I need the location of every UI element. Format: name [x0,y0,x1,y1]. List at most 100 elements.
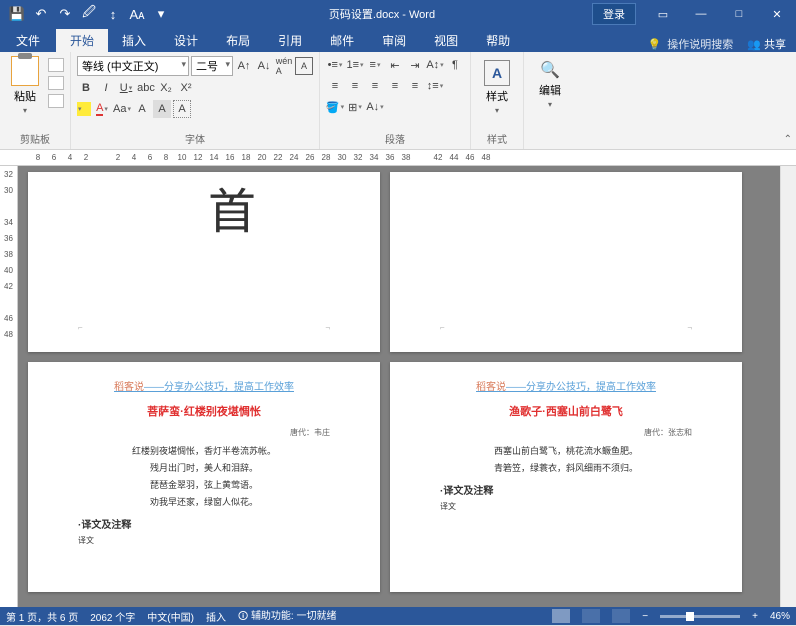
view-read-mode-button[interactable] [552,609,570,623]
increase-indent-button[interactable]: ⇥ [406,56,424,74]
window-controls: 登录 ▭ — □ ✕ [592,0,796,28]
vertical-scrollbar[interactable] [780,166,796,607]
document-page[interactable]: 稻客说——分享办公技巧，提高工作效率 渔歌子·西塞山前白鹭飞 唐代：张志和 西塞… [390,362,742,592]
ribbon-display-icon[interactable]: ▭ [644,0,682,28]
sort-button[interactable]: A↓ [366,98,384,116]
status-wordcount[interactable]: 2062 个字 [90,609,135,624]
status-page[interactable]: 第 1 页，共 6 页 [6,609,78,624]
bullets-button[interactable]: •≡ [326,56,344,74]
qat-item-icon[interactable]: ↕ [102,3,124,25]
chevron-down-icon: ▾ [548,100,552,109]
status-accessibility[interactable]: 🛈 辅助功能: 一切就绪 [238,607,337,626]
poem-line: 残月出门时，美人和泪辞。 [78,461,330,474]
char-border-button[interactable]: A [173,100,191,118]
tab-insert[interactable]: 插入 [108,29,160,52]
subscript-button[interactable]: X₂ [157,79,175,97]
styles-button[interactable]: A 样式 ▾ [477,60,517,115]
qat-customize-icon[interactable]: ▾ [150,3,172,25]
italic-button[interactable]: I [97,79,115,97]
qat-more-icon[interactable]: 🖉 [78,3,100,25]
poem-line: 西塞山前白鹭飞，桃花流水鳜鱼肥。 [440,444,692,457]
align-right-button[interactable]: ≡ [366,77,384,95]
collapse-ribbon-icon[interactable]: ⌃ [784,134,792,145]
tab-file[interactable]: 文件 [0,29,56,52]
undo-button[interactable]: ↶ [30,3,52,25]
share-button[interactable]: 👥 共享 [747,36,786,52]
poem-title: 菩萨蛮·红楼别夜堪惆怅 [78,403,330,419]
align-center-button[interactable]: ≡ [346,77,364,95]
redo-button[interactable]: ↷ [54,3,76,25]
document-canvas[interactable]: 首 ⌐ ¬ ⌐ ¬ 稻客说——分享办公技巧，提高工作效率 菩萨蛮·红楼别夜堪惆怅… [18,166,780,607]
justify-button[interactable]: ≡ [386,77,404,95]
tab-layout[interactable]: 布局 [212,29,264,52]
page-header: 稻客说——分享办公技巧，提高工作效率 [78,378,330,393]
cut-button[interactable] [48,58,64,72]
numbering-button[interactable]: 1≡ [346,56,364,74]
qat-item-icon[interactable]: Aᴀ [126,3,148,25]
view-print-layout-button[interactable] [582,609,600,623]
zoom-slider[interactable] [660,615,740,618]
shrink-font-button[interactable]: A↓ [255,57,273,75]
tab-home[interactable]: 开始 [56,29,108,52]
tab-view[interactable]: 视图 [420,29,472,52]
login-button[interactable]: 登录 [592,3,636,25]
text-highlight-button[interactable] [77,102,91,116]
line-spacing-button[interactable]: ↕≡ [426,77,444,95]
show-marks-button[interactable]: ¶ [446,56,464,74]
asian-layout-button[interactable]: A↕ [426,56,444,74]
page-text: 首 [208,172,256,242]
tab-design[interactable]: 设计 [160,29,212,52]
maximize-button[interactable]: □ [720,0,758,28]
tell-me-search[interactable]: 💡 操作说明搜索 [648,36,734,52]
char-shading-button[interactable]: A [153,100,171,118]
zoom-in-button[interactable]: + [752,611,758,622]
vertical-ruler[interactable]: 323034363840424648 [0,166,18,607]
zoom-level[interactable]: 46% [770,611,790,622]
align-left-button[interactable]: ≡ [326,77,344,95]
tab-help[interactable]: 帮助 [472,29,524,52]
save-button[interactable]: 💾 [6,3,28,25]
status-language[interactable]: 中文(中国) [147,609,194,624]
superscript-button[interactable]: X² [177,79,195,97]
tab-references[interactable]: 引用 [264,29,316,52]
bold-button[interactable]: B [77,79,95,97]
enclose-char-button[interactable]: A [295,57,313,75]
group-styles: A 样式 ▾ 样式 [471,52,524,149]
group-clipboard: 粘贴 ▾ 剪贴板 [0,52,71,149]
crop-mark-icon: ⌐ [78,323,83,332]
ribbon: 粘贴 ▾ 剪贴板 等线 (中文正文) 二号 A↑ A↓ wénA A B I [0,52,796,150]
font-color-button[interactable]: A [93,100,111,118]
zoom-out-button[interactable]: − [642,611,648,622]
section-heading: ·译文及注释 [78,516,330,531]
document-page[interactable]: 稻客说——分享办公技巧，提高工作效率 菩萨蛮·红楼别夜堪惆怅 唐代：韦庄 红楼别… [28,362,380,592]
close-button[interactable]: ✕ [758,0,796,28]
poem-line: 琵琶金翠羽，弦上黄莺语。 [78,478,330,491]
share-label: 共享 [764,39,786,51]
change-case-button[interactable]: Aa [113,100,131,118]
editing-button[interactable]: 🔍 编辑 ▾ [530,60,570,109]
paste-button[interactable]: 粘贴 ▾ [6,56,44,115]
multilevel-button[interactable]: ≡ [366,56,384,74]
distribute-button[interactable]: ≡ [406,77,424,95]
borders-button[interactable]: ⊞ [346,98,364,116]
tab-mailings[interactable]: 邮件 [316,29,368,52]
copy-button[interactable] [48,76,64,90]
underline-button[interactable]: U [117,79,135,97]
view-web-layout-button[interactable] [612,609,630,623]
document-page[interactable]: 首 ⌐ ¬ [28,172,380,352]
status-insert-mode[interactable]: 插入 [206,609,226,624]
horizontal-ruler[interactable]: 8642246810121416182022242628303234363842… [0,150,796,166]
share-icon: 👥 [747,39,761,51]
strikethrough-button[interactable]: abc [137,79,155,97]
tab-review[interactable]: 审阅 [368,29,420,52]
format-painter-button[interactable] [48,94,64,108]
minimize-button[interactable]: — [682,0,720,28]
clear-format-button[interactable]: A [133,100,151,118]
font-name-combo[interactable]: 等线 (中文正文) [77,56,189,76]
phonetic-guide-button[interactable]: wénA [275,57,293,75]
shading-button[interactable]: 🪣 [326,98,344,116]
document-page[interactable]: ⌐ ¬ [390,172,742,352]
grow-font-button[interactable]: A↑ [235,57,253,75]
font-size-combo[interactable]: 二号 [191,56,233,76]
decrease-indent-button[interactable]: ⇤ [386,56,404,74]
